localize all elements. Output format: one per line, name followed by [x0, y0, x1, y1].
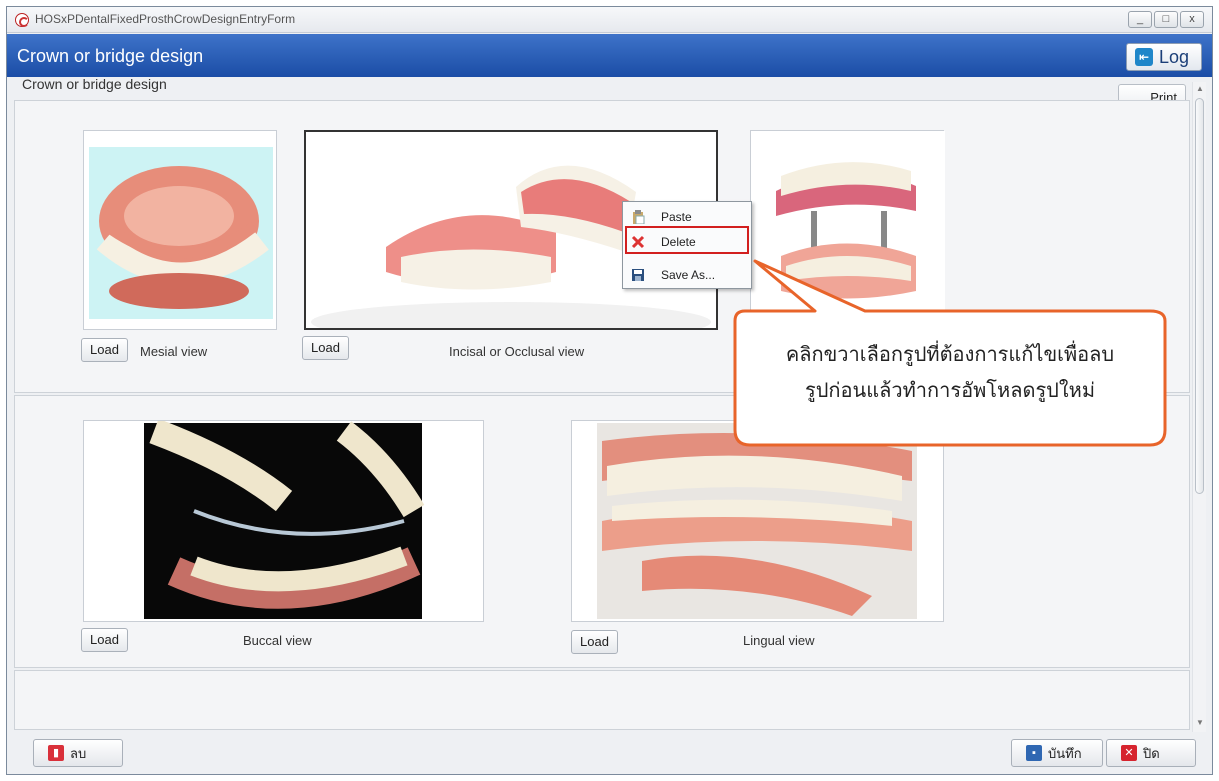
delete-highlight-box — [625, 226, 749, 254]
app-icon — [15, 13, 29, 27]
close-window-button[interactable]: x — [1180, 11, 1204, 28]
group-label: Crown or bridge design — [22, 76, 167, 92]
log-icon: ⇤ — [1135, 48, 1153, 66]
callout-line-2: รูปก่อนแล้วทำการอัพโหลดรูปใหม่ — [804, 378, 1096, 402]
page-title: Crown or bridge design — [17, 46, 204, 66]
paste-label: Paste — [661, 210, 692, 224]
extra-panel — [14, 670, 1190, 730]
minimize-button[interactable]: _ — [1128, 11, 1152, 28]
floppy-disk-icon — [632, 269, 644, 281]
window-controls: _ □ x — [1128, 11, 1204, 28]
save-icon: ▪ — [1026, 745, 1042, 761]
close-button-label: ปิด — [1143, 745, 1160, 761]
mesial-load-button[interactable]: Load — [81, 338, 128, 362]
log-button[interactable]: ⇤ Log — [1126, 43, 1202, 71]
save-button[interactable]: ▪ บันทึก — [1011, 739, 1103, 767]
buccal-caption: Buccal view — [243, 633, 312, 648]
scroll-up-icon[interactable]: ▲ — [1196, 84, 1204, 93]
scroll-down-icon[interactable]: ▼ — [1196, 718, 1204, 727]
paste-menu-item[interactable]: Paste — [625, 206, 749, 228]
scroll-thumb[interactable] — [1195, 98, 1204, 494]
clipboard-icon — [633, 210, 645, 224]
lingual-caption: Lingual view — [743, 633, 815, 648]
trash-icon: ▮ — [48, 745, 64, 761]
delete-button-label: ลบ — [70, 745, 87, 761]
close-button[interactable]: ✕ ปิด — [1106, 739, 1196, 767]
maximize-button[interactable]: □ — [1154, 11, 1178, 28]
vertical-scrollbar[interactable]: ▲ ▼ — [1192, 82, 1206, 732]
delete-button[interactable]: ▮ ลบ — [33, 739, 123, 767]
incisal-load-button[interactable]: Load — [302, 336, 349, 360]
buccal-load-button[interactable]: Load — [81, 628, 128, 652]
window-title: HOSxPDentalFixedProsthCrowDesignEntryFor… — [35, 12, 296, 26]
buccal-view-image[interactable] — [83, 420, 484, 622]
save-as-label: Save As... — [661, 268, 716, 282]
callout-text: คลิกขวาเลือกรูปที่ต้องการแก้ไขเพื่อลบ รู… — [740, 336, 1160, 408]
title-bar: HOSxPDentalFixedProsthCrowDesignEntryFor… — [7, 7, 1212, 33]
callout-line-1: คลิกขวาเลือกรูปที่ต้องการแก้ไขเพื่อลบ — [785, 342, 1115, 366]
log-label: Log — [1159, 46, 1190, 67]
close-icon: ✕ — [1121, 745, 1137, 761]
save-button-label: บันทึก — [1048, 745, 1082, 761]
lingual-load-button[interactable]: Load — [571, 630, 618, 654]
form-header: Crown or bridge design ⇤ Log — [7, 34, 1212, 77]
mesial-view-image[interactable] — [83, 130, 277, 330]
incisal-caption: Incisal or Occlusal view — [449, 344, 585, 359]
mesial-caption: Mesial view — [140, 344, 208, 359]
